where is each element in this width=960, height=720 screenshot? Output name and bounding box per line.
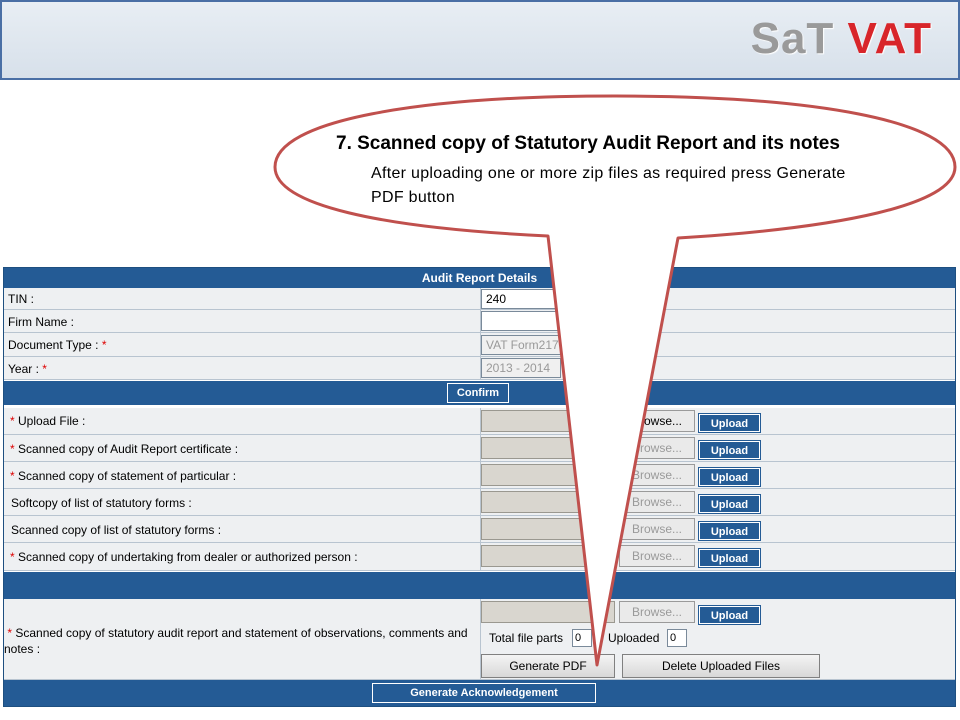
upload-label: * Scanned copy of Audit Report certifica… — [10, 442, 239, 456]
upload-button[interactable]: Upload — [698, 605, 761, 625]
tin-row: TIN : 240 — [4, 288, 955, 310]
upload-row: * Scanned copy of statement of particula… — [4, 462, 955, 489]
file-path-box[interactable] — [481, 437, 615, 459]
upload-row: Scanned copy of list of statutory forms … — [4, 516, 955, 543]
header-banner: SaT VAT — [0, 0, 960, 80]
total-file-parts-label: Total file parts — [489, 631, 564, 645]
file-path-box[interactable] — [481, 410, 615, 432]
browse-button[interactable]: Browse... — [619, 464, 695, 486]
document-type-select[interactable]: VAT Form217 — [481, 335, 561, 355]
generate-pdf-button[interactable]: Generate PDF — [481, 654, 615, 678]
browse-button[interactable]: Browse... — [619, 410, 695, 432]
section-divider-bar — [4, 572, 955, 599]
confirm-bar: Confirm — [4, 381, 955, 405]
logo-sat-text: SaT — [750, 14, 835, 63]
upload-row: * Scanned copy of Audit Report certifica… — [4, 435, 955, 462]
upload-file-label: * Upload File : — [10, 414, 86, 428]
upload-row: Softcopy of list of statutory forms : Br… — [4, 489, 955, 516]
uploaded-label: Uploaded — [608, 631, 660, 645]
year-label: Year : * — [8, 362, 47, 376]
acknowledgement-bar: Generate Acknowledgement — [4, 680, 955, 706]
upload-button[interactable]: Upload — [698, 548, 761, 568]
statutory-report-label: * Scanned copy of statutory audit report… — [4, 626, 468, 656]
upload-button[interactable]: Upload — [698, 521, 761, 541]
upload-label: * Scanned copy of undertaking from deale… — [10, 550, 358, 564]
confirm-button[interactable]: Confirm — [447, 383, 509, 403]
generate-acknowledgement-button[interactable]: Generate Acknowledgement — [372, 683, 596, 703]
year-select[interactable]: 2013 - 2014 — [481, 358, 561, 378]
file-path-box[interactable] — [481, 601, 615, 623]
upload-button[interactable]: Upload — [698, 494, 761, 514]
form-title: Audit Report Details — [4, 268, 955, 288]
year-row: Year : * 2013 - 2014 — [4, 357, 955, 380]
upload-label: Softcopy of list of statutory forms : — [11, 496, 192, 510]
file-path-box[interactable] — [481, 518, 615, 540]
upload-button[interactable]: Upload — [698, 440, 761, 460]
browse-button[interactable]: Browse... — [619, 601, 695, 623]
firm-name-input[interactable] — [481, 311, 561, 331]
uploaded-count-input[interactable]: 0 — [667, 629, 687, 647]
upload-label: * Scanned copy of statement of particula… — [10, 469, 237, 483]
browse-button[interactable]: Browse... — [619, 437, 695, 459]
document-type-label: Document Type : * — [8, 338, 107, 352]
upload-label: Scanned copy of list of statutory forms … — [11, 523, 222, 537]
tin-input[interactable]: 240 — [481, 289, 561, 309]
callout-title: 7. Scanned copy of Statutory Audit Repor… — [336, 133, 840, 154]
file-path-box[interactable] — [481, 545, 615, 567]
upload-row: * Upload File : Browse... Upload — [4, 408, 955, 435]
file-path-box[interactable] — [481, 491, 615, 513]
browse-button[interactable]: Browse... — [619, 491, 695, 513]
doctype-row: Document Type : * VAT Form217 — [4, 333, 955, 357]
sat-vat-logo: SaT VAT — [751, 14, 932, 64]
browse-button[interactable]: Browse... — [619, 518, 695, 540]
file-path-box[interactable] — [481, 464, 615, 486]
firm-row: Firm Name : — [4, 310, 955, 333]
total-file-parts-input[interactable]: 0 — [572, 629, 592, 647]
delete-uploaded-files-button[interactable]: Delete Uploaded Files — [622, 654, 820, 678]
tin-label: TIN : — [8, 292, 34, 306]
browse-button[interactable]: Browse... — [619, 545, 695, 567]
callout-description: After uploading one or more zip files as… — [371, 165, 846, 206]
firm-name-label: Firm Name : — [8, 315, 74, 329]
audit-report-form: Audit Report Details TIN : 240 Firm Name… — [3, 267, 956, 707]
upload-button[interactable]: Upload — [698, 467, 761, 487]
upload-button[interactable]: Upload — [698, 413, 761, 433]
logo-vat-text: VAT — [847, 14, 932, 63]
statutory-report-row: * Scanned copy of statutory audit report… — [4, 599, 955, 680]
upload-row: * Scanned copy of undertaking from deale… — [4, 543, 955, 571]
